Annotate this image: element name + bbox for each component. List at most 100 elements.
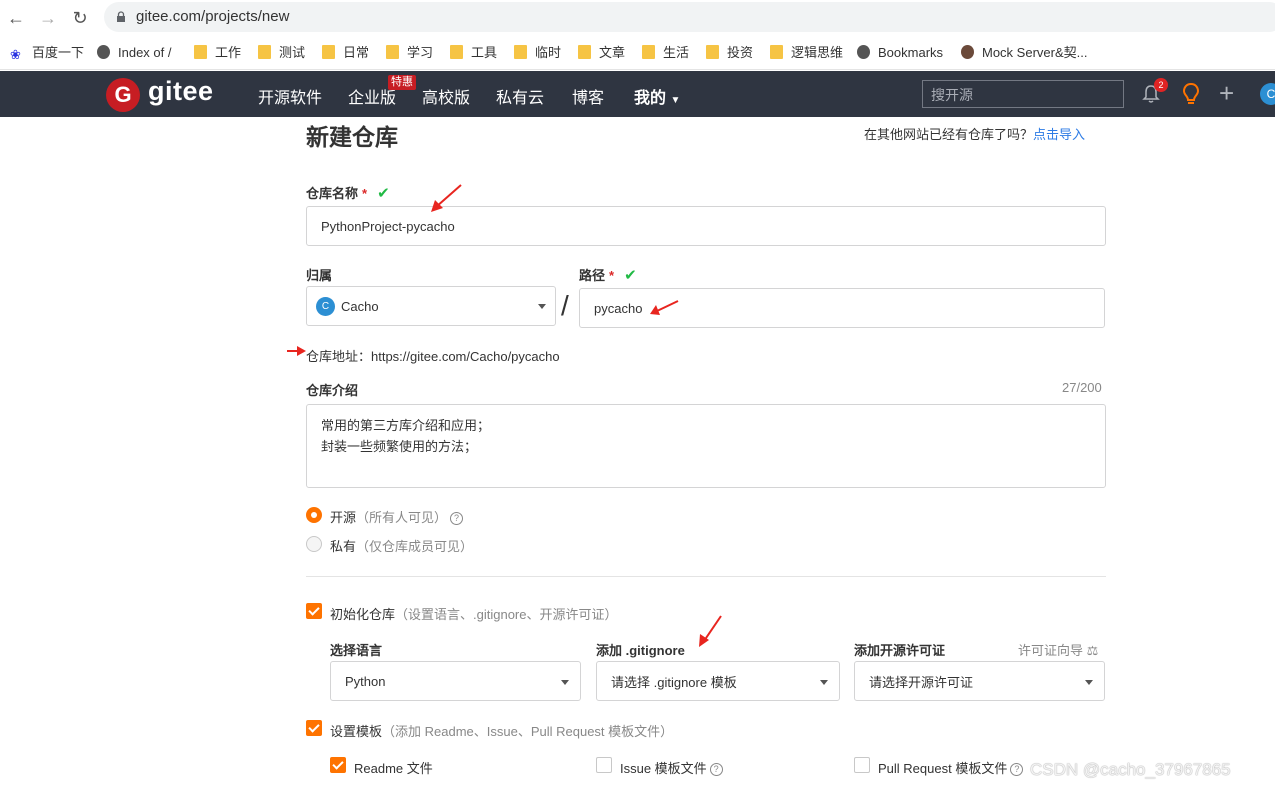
license-label: 添加开源许可证 xyxy=(854,643,946,658)
globe-icon xyxy=(857,45,870,59)
help-icon[interactable]: ? xyxy=(450,512,464,525)
bookmark-item[interactable]: 学习 xyxy=(386,44,433,62)
search-input[interactable]: 搜开源 xyxy=(922,80,1124,108)
chevron-down-icon xyxy=(1085,680,1093,685)
template-checkbox[interactable] xyxy=(306,720,322,736)
gitee-logo-icon[interactable]: G xyxy=(106,78,140,112)
bookmark-item[interactable]: 工具 xyxy=(450,44,497,62)
bookmark-item[interactable]: 投资 xyxy=(706,44,753,62)
owner-label: 归属 xyxy=(306,268,333,283)
csdn-watermark: CSDN @cacho_37967865 xyxy=(1030,760,1231,779)
bookmark-item[interactable]: 逻辑思维 xyxy=(770,44,843,62)
readme-label[interactable]: Readme 文件 xyxy=(354,758,433,777)
url-text: gitee.com/projects/new xyxy=(136,8,290,25)
chevron-down-icon xyxy=(820,680,828,685)
address-bar[interactable]: gitee.com/projects/new xyxy=(104,2,1275,32)
folder-icon xyxy=(578,45,591,59)
nav-education[interactable]: 高校版 xyxy=(422,84,470,108)
chevron-down-icon xyxy=(561,680,569,685)
repo-name-input[interactable]: PythonProject-pycacho xyxy=(306,206,1106,246)
path-label: 路径 * ✔ xyxy=(579,267,637,284)
help-icon[interactable]: ? xyxy=(709,763,723,776)
intro-line: 常用的第三方库介绍和应用； xyxy=(321,418,491,433)
gitee-logo-text[interactable]: gitee xyxy=(148,76,214,107)
owner-value: Cacho xyxy=(341,298,379,314)
dropdown-caret-icon: ▼ xyxy=(670,95,681,106)
pr-template-checkbox[interactable] xyxy=(854,757,870,773)
user-avatar[interactable]: C xyxy=(1260,83,1275,105)
license-guide-link[interactable]: 许可证向导 ⚖ xyxy=(1018,640,1098,659)
folder-icon xyxy=(642,45,655,59)
issue-template-checkbox[interactable] xyxy=(596,757,612,773)
valid-check-icon: ✔ xyxy=(624,267,637,284)
import-hint: 在其他网站已经有仓库了吗？点击导入 xyxy=(864,127,1086,142)
bookmark-item[interactable]: 测试 xyxy=(258,44,305,62)
language-select[interactable]: Python xyxy=(330,661,581,701)
public-option-label[interactable]: 开源（所有人可见）? xyxy=(330,507,464,526)
bookmark-item[interactable]: Index of / xyxy=(97,44,171,62)
intro-textarea[interactable]: 常用的第三方库介绍和应用； 封装一些频繁使用的方法； xyxy=(306,404,1106,488)
readme-checkbox[interactable] xyxy=(330,757,346,773)
private-radio[interactable] xyxy=(306,536,322,552)
intro-line: 封装一些频繁使用的方法； xyxy=(321,439,478,454)
init-repo-checkbox[interactable] xyxy=(306,603,322,619)
intro-char-counter: 27/200 xyxy=(1062,380,1102,395)
license-value: 请选择开源许可证 xyxy=(869,674,974,690)
plus-icon[interactable]: + xyxy=(1219,80,1234,106)
notification-count-badge: 2 xyxy=(1154,78,1168,92)
language-label: 选择语言 xyxy=(330,643,383,658)
folder-icon xyxy=(770,45,783,59)
bookmark-item[interactable]: 日常 xyxy=(322,44,369,62)
bookmarks-bar: ❀ 百度一下 Index of / 工作 测试 日常 学习 工具 临时 文章 生活… xyxy=(0,36,1275,70)
license-select[interactable]: 请选择开源许可证 xyxy=(854,661,1105,701)
import-link[interactable]: 点击导入 xyxy=(1033,127,1085,142)
page-title: 新建仓库 xyxy=(306,124,398,150)
folder-icon xyxy=(514,45,527,59)
reload-icon[interactable]: ↻ xyxy=(69,7,91,29)
public-radio[interactable] xyxy=(306,507,322,523)
folder-icon xyxy=(450,45,463,59)
promo-badge: 特惠 xyxy=(388,75,416,90)
bookmark-item[interactable]: ❀ 百度一下 xyxy=(10,44,84,62)
path-separator: / xyxy=(561,290,569,321)
init-repo-label[interactable]: 初始化仓库（设置语言、.gitignore、开源许可证） xyxy=(330,604,618,623)
section-divider xyxy=(306,576,1106,577)
template-label[interactable]: 设置模板（添加 Readme、Issue、Pull Request 模板文件） xyxy=(330,721,673,740)
bookmark-item[interactable]: Bookmarks xyxy=(857,44,943,62)
bookmark-item[interactable]: 临时 xyxy=(514,44,561,62)
issue-template-label[interactable]: Issue 模板文件? xyxy=(620,758,723,777)
bookmark-item[interactable]: 文章 xyxy=(578,44,625,62)
nav-mine[interactable]: 我的 ▼ xyxy=(634,84,680,108)
nav-open-source[interactable]: 开源软件 xyxy=(258,84,322,108)
lightbulb-icon[interactable] xyxy=(1181,82,1201,106)
back-arrow-icon[interactable]: ← xyxy=(5,7,27,29)
private-option-label[interactable]: 私有（仅仓库成员可见） xyxy=(330,536,473,555)
nav-blog[interactable]: 博客 xyxy=(572,84,604,108)
annotation-arrow-icon xyxy=(431,184,462,212)
bookmark-item[interactable]: 工作 xyxy=(194,44,241,62)
repo-address: 仓库地址：https://gitee.com/Cacho/pycacho xyxy=(306,349,560,364)
annotation-arrow-icon xyxy=(699,615,722,647)
folder-icon xyxy=(322,45,335,59)
scale-icon: ⚖ xyxy=(1086,643,1099,658)
help-icon[interactable]: ? xyxy=(1010,763,1024,776)
gitignore-label: 添加 .gitignore xyxy=(596,643,685,658)
person-icon xyxy=(961,45,974,59)
language-value: Python xyxy=(345,673,386,689)
folder-icon xyxy=(386,45,399,59)
folder-icon xyxy=(194,45,207,59)
pr-template-label[interactable]: Pull Request 模板文件? xyxy=(878,758,1024,777)
gitignore-select[interactable]: 请选择 .gitignore 模板 xyxy=(596,661,840,701)
nav-private-cloud[interactable]: 私有云 xyxy=(496,84,544,108)
forward-arrow-icon[interactable]: → xyxy=(37,7,59,29)
browser-toolbar: ← → ↻ gitee.com/projects/new xyxy=(0,0,1275,36)
folder-icon xyxy=(706,45,719,59)
repo-name-label: 仓库名称 * ✔ xyxy=(306,185,390,202)
folder-icon xyxy=(258,45,271,59)
owner-avatar: C xyxy=(316,296,335,316)
intro-label: 仓库介绍 xyxy=(306,383,359,398)
bookmark-item[interactable]: Mock Server&契... xyxy=(961,44,1087,62)
lock-icon xyxy=(117,11,125,22)
owner-select[interactable]: C Cacho xyxy=(306,286,556,326)
bookmark-item[interactable]: 生活 xyxy=(642,44,689,62)
